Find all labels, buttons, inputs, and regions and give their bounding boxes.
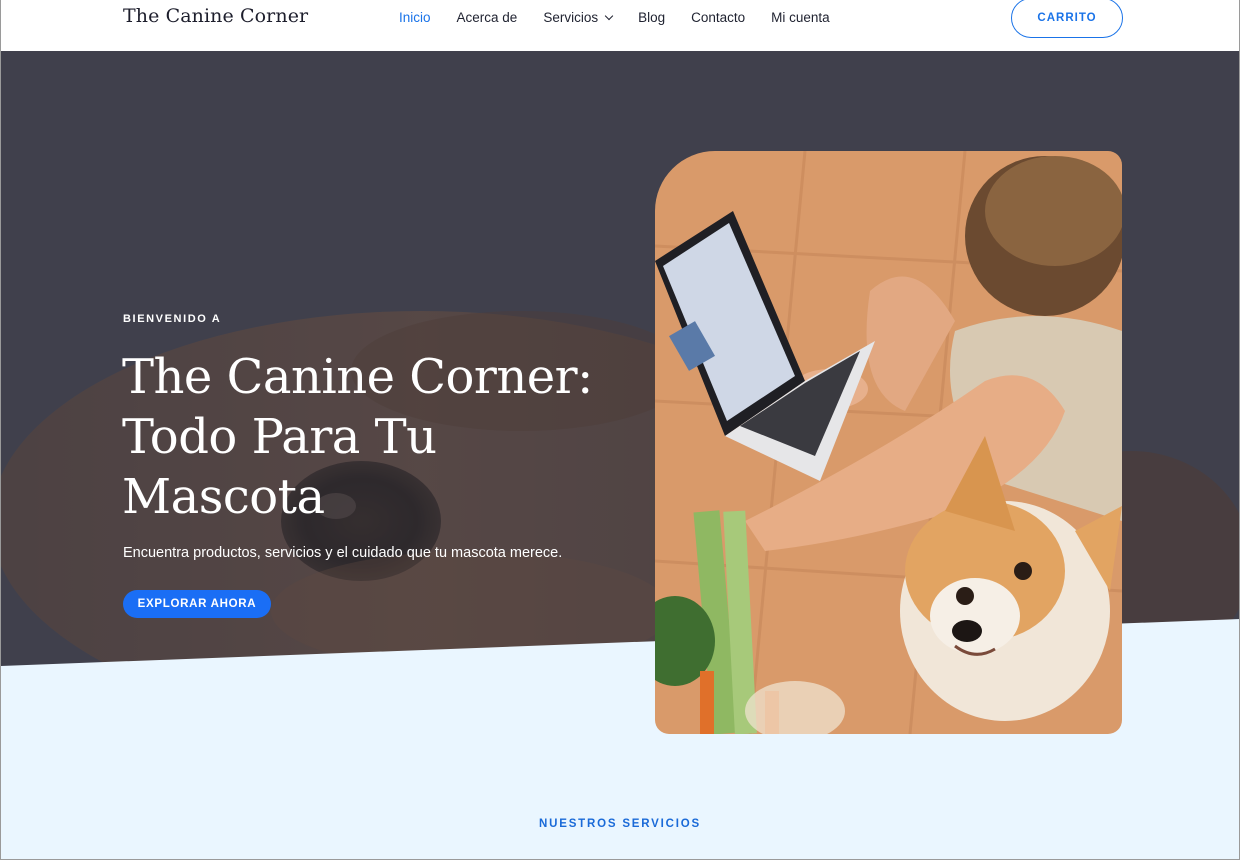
explore-now-button[interactable]: EXPLORAR AHORA <box>123 590 271 618</box>
hero-side-image <box>655 151 1122 734</box>
site-header: The Canine Corner Inicio Acerca de Servi… <box>0 0 1240 51</box>
nav-item-servicios-label: Servicios <box>543 10 599 25</box>
nav-item-mi-cuenta[interactable]: Mi cuenta <box>771 9 830 27</box>
nav-item-servicios[interactable]: Servicios <box>543 9 614 27</box>
nav-item-contacto[interactable]: Contacto <box>691 9 745 27</box>
window-border-left <box>0 0 1 860</box>
nav-item-blog[interactable]: Blog <box>638 9 665 27</box>
hero-subtitle: Encuentra productos, servicios y el cuid… <box>123 545 563 561</box>
nav-item-inicio[interactable]: Inicio <box>399 9 431 27</box>
hero-title: The Canine Corner: Todo Para Tu Mascota <box>122 349 593 525</box>
site-logo[interactable]: The Canine Corner <box>123 5 308 27</box>
chevron-down-icon <box>604 11 614 21</box>
hero-kicker: BIENVENIDO A <box>123 313 222 325</box>
nav-item-acerca-de[interactable]: Acerca de <box>457 9 518 27</box>
main-nav: Inicio Acerca de Servicios Blog Contacto… <box>399 9 856 27</box>
cart-button[interactable]: CARRITO <box>1011 0 1123 38</box>
services-section-label: NUESTROS SERVICIOS <box>539 818 701 830</box>
